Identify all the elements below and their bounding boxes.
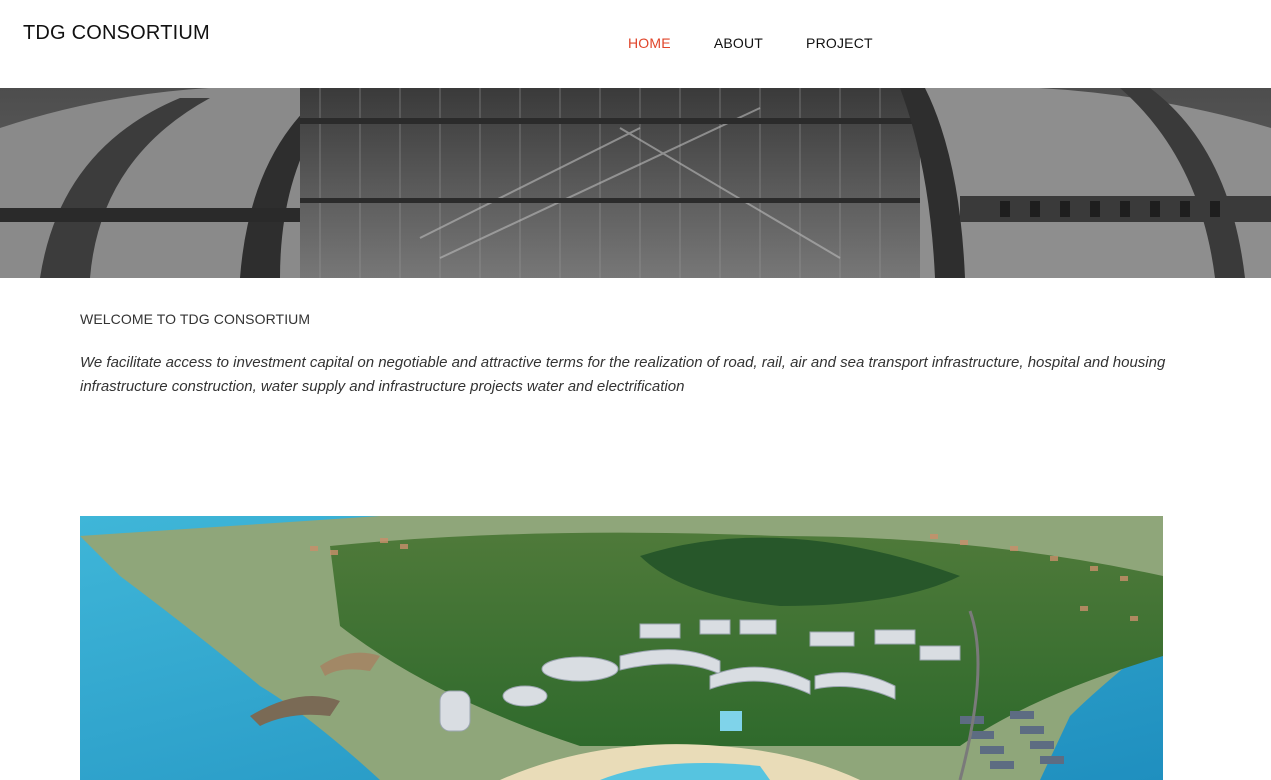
resort-aerial-photo [80,516,1163,780]
welcome-section: WELCOME TO TDG CONSORTIUM We facilitate … [80,311,1170,399]
main-nav: HOME ABOUT PROJECT [628,35,873,55]
nav-home-link[interactable]: HOME [628,35,671,55]
hero-banner-image [0,88,1271,278]
welcome-heading: WELCOME TO TDG CONSORTIUM [80,311,311,327]
site-header: TDG CONSORTIUM HOME ABOUT PROJECT [0,0,1271,88]
nav-about-link[interactable]: ABOUT [714,35,763,55]
site-logo[interactable]: TDG CONSORTIUM [23,22,210,45]
nav-project-link[interactable]: PROJECT [806,35,873,55]
welcome-description: We facilitate access to investment capit… [80,354,1166,395]
